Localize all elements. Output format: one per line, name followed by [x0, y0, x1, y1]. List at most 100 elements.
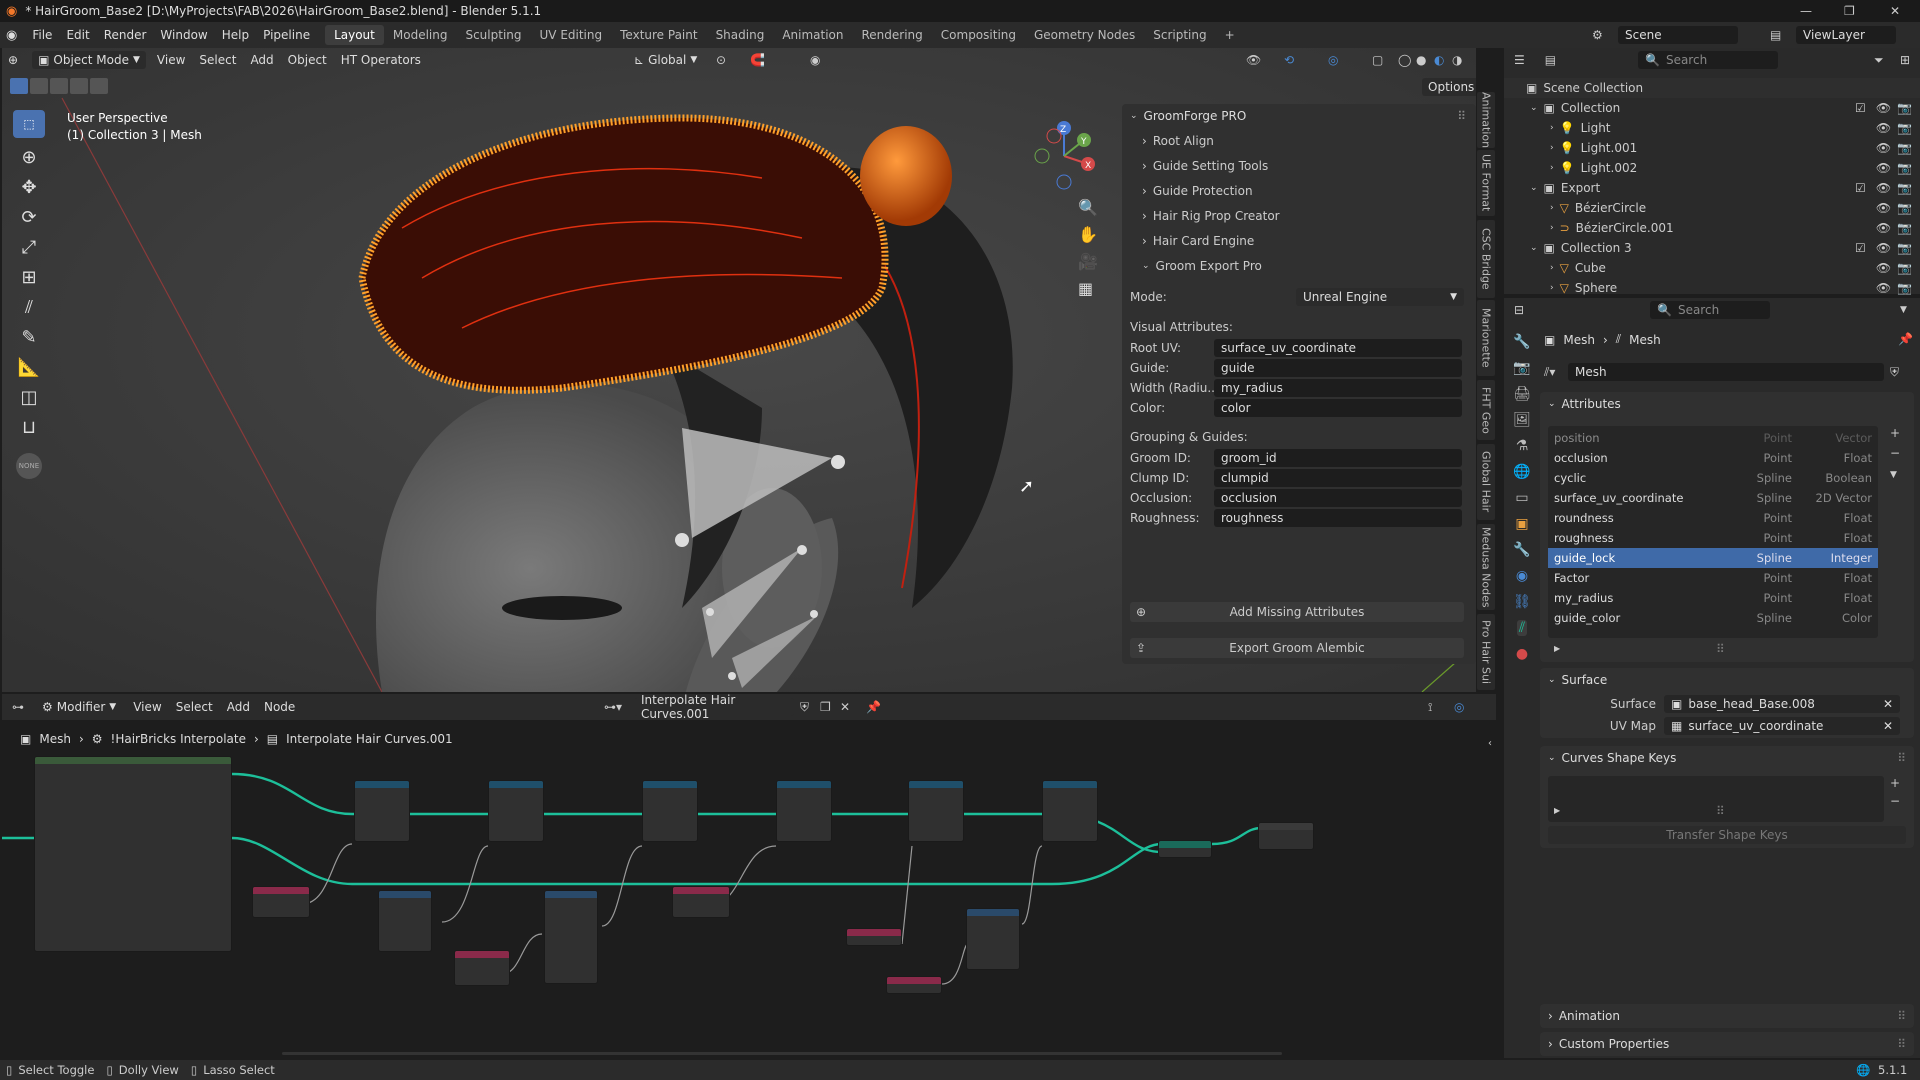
surface-header[interactable]: ⌄ Surface — [1540, 668, 1914, 692]
minimize-button[interactable]: — — [1800, 4, 1812, 18]
tab-layout[interactable]: Layout — [325, 25, 384, 45]
node-store-named-attribute[interactable] — [642, 780, 698, 842]
network-icon[interactable]: 🌐 — [1856, 1063, 1870, 1077]
drag-handle-icon[interactable]: ⠿ — [1457, 109, 1466, 123]
node-store-named-attribute[interactable] — [776, 780, 832, 842]
export-groom-alembic-button[interactable]: ⇪ Export Groom Alembic — [1130, 638, 1464, 658]
list-resize-icon[interactable]: ⠿ — [1716, 804, 1725, 818]
select-invert-icon[interactable] — [70, 78, 88, 94]
new-collection-icon[interactable]: ⊞ — [1900, 53, 1910, 67]
outliner-item-beziercircle-001[interactable]: › ⊃ BézierCircle.001 👁 📷 — [1504, 218, 1920, 238]
scene-field[interactable]: Scene — [1618, 26, 1738, 44]
viewport-menu-ht-operators[interactable]: HT Operators — [334, 53, 428, 67]
expand-icon[interactable]: › — [1550, 283, 1554, 293]
guide-field[interactable]: guide — [1214, 359, 1462, 377]
outliner-editor-icon[interactable]: ☰ — [1514, 53, 1525, 67]
tool-tab-icon[interactable]: 🔧 — [1513, 334, 1530, 350]
outliner-item-sphere[interactable]: › ▽ Sphere 👁 📷 — [1504, 278, 1920, 298]
menu-render[interactable]: Render — [97, 28, 154, 42]
sidetab-animation[interactable]: Animation — [1477, 92, 1495, 148]
eye-icon[interactable]: 👁 — [1876, 261, 1891, 275]
node-random-value[interactable] — [966, 908, 1020, 970]
node-store-named-attribute[interactable] — [1042, 780, 1098, 842]
outliner-item-collection-3[interactable]: ⌄ ▣ Collection 3 ☑ 👁 📷 — [1504, 238, 1920, 258]
attribute-row[interactable]: position Point Vector — [1548, 428, 1878, 448]
eye-icon[interactable]: 👁 — [1876, 161, 1891, 175]
camera-icon[interactable]: 📷 — [1897, 241, 1912, 255]
sidetab-fht-geo[interactable]: FHT Geo — [1477, 380, 1495, 440]
sidetab-csc-bridge[interactable]: CSC Bridge — [1477, 220, 1495, 298]
scale-tool-icon[interactable]: ⤢ — [22, 237, 36, 258]
camera-icon[interactable]: 📷 — [1897, 281, 1912, 295]
remove-shapekey-icon[interactable]: − — [1890, 794, 1900, 808]
drag-handle-icon[interactable]: ⠿ — [1897, 1037, 1906, 1051]
pin-icon[interactable]: 📌 — [1898, 332, 1913, 346]
node-editor[interactable]: ⊶ ⚙ Modifier ▼ View Select Add Node ⊶▾ I… — [2, 694, 1496, 1058]
proportional-edit-icon[interactable]: ◉ — [810, 53, 820, 67]
render-tab-icon[interactable]: 📷 — [1513, 360, 1530, 376]
overlay-icon[interactable]: ◎ — [1328, 53, 1338, 67]
transform-tool-icon[interactable]: ⊞ — [21, 267, 36, 288]
section-guide-protection[interactable]: › Guide Protection — [1122, 178, 1476, 203]
viewport-menu-object[interactable]: Object — [281, 53, 334, 67]
expand-icon[interactable]: › — [1550, 263, 1554, 273]
node-editor-scrollbar[interactable] — [282, 1052, 1282, 1055]
section-hair-card-engine[interactable]: › Hair Card Engine — [1122, 228, 1476, 253]
pan-hand-icon[interactable]: ✋ — [1078, 225, 1098, 244]
tab-uv-editing[interactable]: UV Editing — [531, 25, 612, 45]
animation-panel[interactable]: › Animation ⠿ — [1540, 1004, 1914, 1028]
camera-icon[interactable]: 📷 — [1897, 221, 1912, 235]
checkbox-icon[interactable]: ☑ — [1855, 181, 1866, 195]
grid-perspective-icon[interactable]: ▦ — [1078, 279, 1098, 298]
checkbox-icon[interactable]: ☑ — [1855, 241, 1866, 255]
drag-handle-icon[interactable]: ⠿ — [1897, 751, 1906, 765]
add-missing-attributes-button[interactable]: ⊕ Add Missing Attributes — [1130, 602, 1464, 622]
rotate-tool-icon[interactable]: ⟳ — [21, 207, 36, 228]
outliner-item-beziercircle[interactable]: › ▽ BézierCircle 👁 📷 — [1504, 198, 1920, 218]
root-uv-field[interactable]: surface_uv_coordinate — [1214, 339, 1462, 357]
camera-icon[interactable]: 🎥 — [1078, 252, 1098, 271]
gizmo-icon[interactable]: ⟲ — [1284, 53, 1294, 67]
node-store-named-attribute[interactable] — [908, 780, 964, 842]
tab-texture-paint[interactable]: Texture Paint — [611, 25, 706, 45]
pivot-icon[interactable]: ⊙ — [716, 53, 726, 67]
outliner-item-light-002[interactable]: › 💡 Light.002 👁 📷 — [1504, 158, 1920, 178]
node-index[interactable] — [886, 976, 942, 994]
shading-rendered-icon[interactable]: ◑ — [1452, 53, 1462, 67]
physics-tab-icon[interactable]: ◉ — [1516, 568, 1528, 584]
data-tab-icon[interactable]: ⫽ — [1516, 620, 1528, 636]
color-field[interactable]: color — [1214, 399, 1462, 417]
sidetab-ue-format[interactable]: UE Format — [1477, 150, 1495, 216]
attribute-row[interactable]: Factor Point Float — [1548, 568, 1878, 588]
section-hair-rig-prop-creator[interactable]: › Hair Rig Prop Creator — [1122, 203, 1476, 228]
camera-icon[interactable]: 📷 — [1897, 121, 1912, 135]
attributes-header[interactable]: ⌄ Attributes — [1540, 392, 1914, 416]
attribute-row[interactable]: surface_uv_coordinate Spline 2D Vector — [1548, 488, 1878, 508]
eye-icon[interactable]: 👁 — [1876, 181, 1891, 195]
material-tab-icon[interactable]: ● — [1516, 646, 1528, 662]
mode-dropdown[interactable]: Unreal Engine ▼ — [1296, 288, 1464, 306]
node-spline-parameter[interactable] — [252, 886, 310, 918]
animation-header[interactable]: › Animation ⠿ — [1540, 1004, 1914, 1028]
camera-icon[interactable]: 📷 — [1897, 161, 1912, 175]
measure-tool-icon[interactable]: 📐 — [18, 357, 40, 378]
eye-icon[interactable]: 👁 — [1876, 121, 1891, 135]
expand-icon[interactable]: › — [1550, 143, 1554, 153]
remove-attribute-icon[interactable]: − — [1890, 446, 1900, 460]
custom-properties-panel[interactable]: › Custom Properties ⠿ — [1540, 1032, 1914, 1056]
visibility-icon[interactable]: 👁 — [1246, 53, 1261, 67]
viewport-menu-select[interactable]: Select — [192, 53, 243, 67]
menu-help[interactable]: Help — [215, 28, 256, 42]
tab-compositing[interactable]: Compositing — [932, 25, 1025, 45]
node-group-output[interactable] — [1258, 822, 1314, 850]
clear-icon[interactable]: ✕ — [1883, 719, 1893, 733]
shapekeys-header[interactable]: ⌄ Curves Shape Keys ⠿ — [1540, 746, 1914, 770]
groom-id-field[interactable]: groom_id — [1214, 449, 1462, 467]
surface-field[interactable]: ▣ base_head_Base.008 ✕ — [1664, 695, 1900, 713]
list-expand-icon[interactable]: ▶ — [1554, 806, 1560, 815]
outliner-item-export[interactable]: ⌄ ▣ Export ☑ 👁 📷 — [1504, 178, 1920, 198]
maximize-button[interactable]: ❐ — [1844, 4, 1855, 18]
select-new-icon[interactable] — [10, 78, 28, 94]
node-spline-parameter[interactable] — [672, 886, 730, 918]
width-field[interactable]: my_radius — [1214, 379, 1462, 397]
